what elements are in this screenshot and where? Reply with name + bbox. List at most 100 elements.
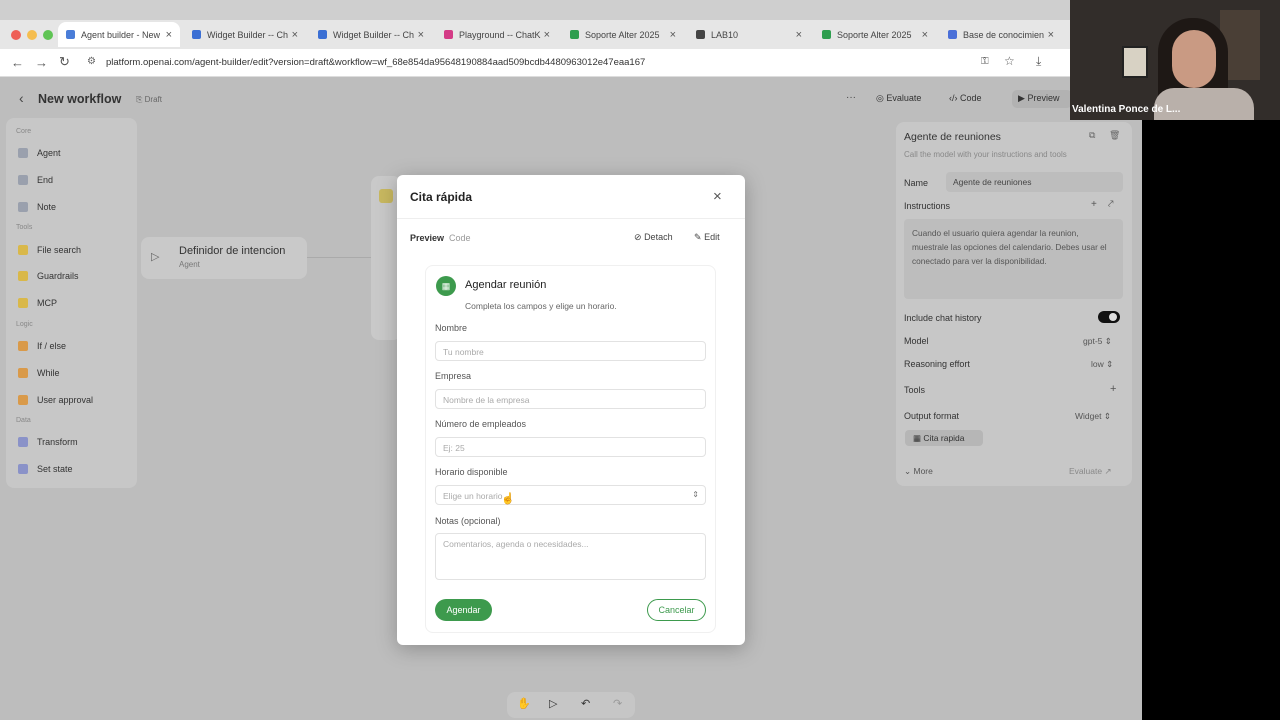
draft-badge: ⎘ Draft <box>136 95 162 104</box>
form-heading: Agendar reunión <box>465 279 547 291</box>
tab-label: LAB10 <box>711 29 739 40</box>
close-tab-icon[interactable]: × <box>670 29 676 41</box>
pointer-tool-icon[interactable]: ▷ <box>549 697 557 710</box>
close-tab-icon[interactable]: × <box>922 29 928 41</box>
modal-title: Cita rápida <box>410 190 473 204</box>
url-text[interactable]: platform.openai.com/agent-builder/edit?v… <box>106 57 645 68</box>
more-options-icon[interactable]: ··· <box>846 92 856 103</box>
widget-chip[interactable]: ▦ Cita rapida <box>905 430 983 446</box>
instructions-textarea[interactable]: Cuando el usuario quiera agendar la reun… <box>904 219 1123 299</box>
close-tab-icon[interactable]: × <box>166 29 172 41</box>
browser-tab[interactable]: Playground -- ChatK × <box>436 22 558 47</box>
browser-tab[interactable]: Soporte Alter 2025 × <box>814 22 936 47</box>
tab-preview[interactable]: Preview <box>410 233 444 243</box>
sidebar-item[interactable]: Guardrails <box>18 271 79 281</box>
agendar-button[interactable]: Agendar <box>435 599 492 621</box>
preview-label: Preview <box>1027 93 1060 103</box>
output-format-select[interactable]: Widget ⇕ <box>1075 411 1111 422</box>
sidebar-item[interactable]: Transform <box>18 437 78 447</box>
close-tab-icon[interactable]: × <box>796 29 802 41</box>
sidebar-item[interactable]: User approval <box>18 395 93 405</box>
empleados-input[interactable]: Ej: 25 <box>435 437 706 457</box>
sidebar-item[interactable]: MCP <box>18 298 57 308</box>
tab-label: Widget Builder -- Ch <box>333 29 415 40</box>
evaluate-button[interactable]: ◎ Evaluate <box>876 93 921 104</box>
person-face <box>1172 30 1216 88</box>
close-icon[interactable]: × <box>713 188 722 205</box>
close-tab-icon[interactable]: × <box>544 29 550 41</box>
redo-icon[interactable]: ↷ <box>613 697 622 710</box>
node-type-icon <box>18 464 28 474</box>
node-type-icon <box>18 175 28 185</box>
close-tab-icon[interactable]: × <box>418 29 424 41</box>
undo-icon[interactable]: ↶ <box>581 697 590 710</box>
more-toggle[interactable]: ⌄ More <box>904 466 933 477</box>
close-tab-icon[interactable]: × <box>1048 29 1054 41</box>
back-arrow-icon[interactable]: ← <box>11 55 24 70</box>
close-window-button[interactable] <box>11 30 21 40</box>
tools-label: Tools <box>904 385 926 395</box>
cancelar-button[interactable]: Cancelar <box>647 599 706 621</box>
add-instruction-icon[interactable]: + <box>1091 199 1097 210</box>
sidebar-item-label: Transform <box>37 437 78 447</box>
nombre-input[interactable]: Tu nombre <box>435 341 706 361</box>
sidebar-item[interactable]: Note <box>18 202 56 212</box>
output-format-label: Output format <box>904 411 960 421</box>
reload-icon[interactable]: ↻ <box>59 54 70 70</box>
sidebar-item-label: End <box>37 175 54 185</box>
sidebar-item-label: Agent <box>37 148 61 158</box>
sidebar-item[interactable]: End <box>18 175 53 185</box>
sidebar-item-label: MCP <box>37 298 57 308</box>
preview-button[interactable]: ▶ Preview <box>1012 90 1072 108</box>
sidebar-item[interactable]: Set state <box>18 464 73 474</box>
detach-button[interactable]: ⊘ Detach <box>634 232 673 243</box>
tab-code[interactable]: Code <box>449 233 471 243</box>
back-chevron-icon[interactable]: ‹ <box>19 90 24 106</box>
horario-select[interactable]: Elige un horario ⇕ <box>435 485 706 505</box>
play-icon: ▶ <box>1018 93 1025 103</box>
sidebar-item[interactable]: If / else <box>18 341 66 351</box>
browser-tab[interactable]: Widget Builder -- Ch × <box>310 22 432 47</box>
sidebar-item[interactable]: Agent <box>18 148 61 158</box>
magic-wand-icon[interactable]: ⤤ <box>1108 199 1114 210</box>
browser-tab[interactable]: Widget Builder -- Ch × <box>184 22 306 47</box>
password-key-icon[interactable]: ⚿ <box>981 56 989 67</box>
nombre-label: Nombre <box>435 323 468 333</box>
trash-icon[interactable]: 🗑 <box>1109 130 1120 141</box>
section-tools: Tools <box>16 224 33 231</box>
code-button[interactable]: ‹/› Code <box>949 93 982 103</box>
download-icon[interactable]: ⤓ <box>1036 54 1041 69</box>
browser-tab[interactable]: Base de conocimien × <box>940 22 1062 47</box>
name-label: Name <box>904 178 929 188</box>
site-settings-icon[interactable]: ⚙ <box>87 56 96 67</box>
sidebar-item[interactable]: File search <box>18 245 81 255</box>
sidebar-item-label: Guardrails <box>37 271 79 281</box>
empresa-input[interactable]: Nombre de la empresa <box>435 389 706 409</box>
minimize-window-button[interactable] <box>27 30 37 40</box>
canvas-node-definidor[interactable]: ▷ Definidor de intencion Agent <box>141 237 307 279</box>
section-logic: Logic <box>16 321 33 328</box>
browser-tab[interactable]: LAB10 × <box>688 22 810 47</box>
maximize-window-button[interactable] <box>43 30 53 40</box>
select-arrows-icon: ⇕ <box>1103 411 1111 421</box>
sidebar-item[interactable]: While <box>18 368 60 378</box>
sidebar-item-label: Set state <box>37 464 73 474</box>
tab-favicon-icon <box>66 30 75 39</box>
copy-icon[interactable]: ⧉ <box>1089 130 1095 141</box>
agent-name-input[interactable]: Agente de reuniones <box>946 172 1123 192</box>
inspector-evaluate-link[interactable]: Evaluate ↗ <box>1069 466 1112 477</box>
reasoning-select[interactable]: low ⇕ <box>1091 359 1113 370</box>
forward-arrow-icon[interactable]: → <box>35 55 48 70</box>
add-tool-button[interactable]: + <box>1110 383 1116 395</box>
hand-tool-icon[interactable]: ✋ <box>517 697 531 710</box>
chat-history-toggle[interactable] <box>1098 311 1120 323</box>
browser-tab[interactable]: Agent builder - New × <box>58 22 180 47</box>
edit-button[interactable]: ✎ Edit <box>694 232 720 243</box>
bookmark-star-icon[interactable]: ☆ <box>1004 54 1015 68</box>
browser-tab[interactable]: Soporte Alter 2025 × <box>562 22 684 47</box>
tab-favicon-icon <box>570 30 579 39</box>
notas-textarea[interactable]: Comentarios, agenda o necesidades... <box>435 533 706 580</box>
sidebar-item-label: If / else <box>37 341 67 351</box>
model-select[interactable]: gpt-5 ⇕ <box>1083 336 1112 347</box>
close-tab-icon[interactable]: × <box>292 29 298 41</box>
